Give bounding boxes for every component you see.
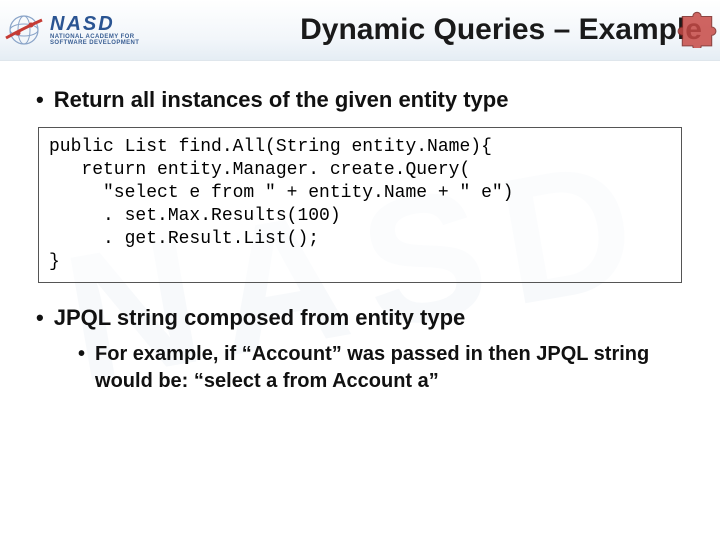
logo-sub: NATIONAL ACADEMY FOR SOFTWARE DEVELOPMEN… xyxy=(50,34,139,46)
slide-content: Return all instances of the given entity… xyxy=(0,61,720,395)
sub-bullet: For example, if “Account” was passed in … xyxy=(78,341,686,395)
code-block: public List find.All(String entity.Name)… xyxy=(38,127,682,283)
logo-text: NASD NATIONAL ACADEMY FOR SOFTWARE DEVEL… xyxy=(50,14,139,46)
globe-icon xyxy=(4,10,44,50)
logo-main: NASD xyxy=(50,14,139,34)
slide-title: Dynamic Queries – Example xyxy=(139,13,702,47)
slide-header: NASD NATIONAL ACADEMY FOR SOFTWARE DEVEL… xyxy=(0,0,720,61)
bullet-1-text: Return all instances of the given entity… xyxy=(54,87,509,113)
bullet-1: Return all instances of the given entity… xyxy=(36,87,686,113)
bullet-2: JPQL string composed from entity type xyxy=(36,305,686,331)
bullet-2-text: JPQL string composed from entity type xyxy=(54,305,466,331)
sub-bullet-text: For example, if “Account” was passed in … xyxy=(95,341,686,395)
puzzle-icon xyxy=(676,6,718,48)
logo: NASD NATIONAL ACADEMY FOR SOFTWARE DEVEL… xyxy=(4,10,139,50)
